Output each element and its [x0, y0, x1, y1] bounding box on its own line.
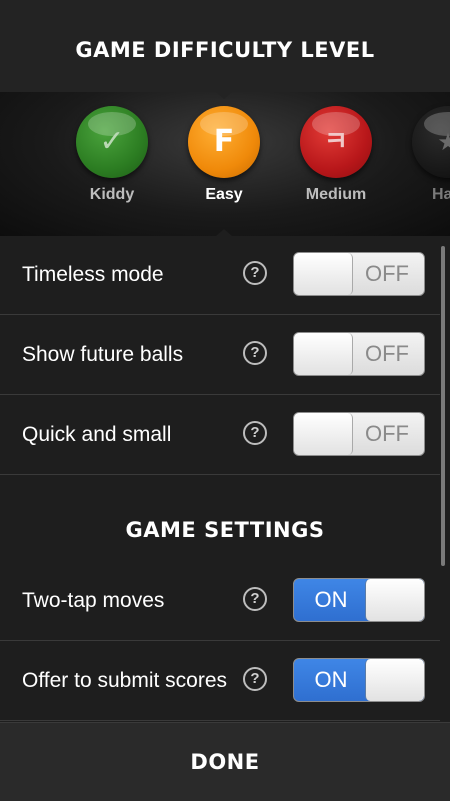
- check-icon: ✓: [76, 106, 148, 178]
- help-icon[interactable]: ?: [243, 667, 267, 691]
- level-hard[interactable]: ★ Ha: [408, 106, 450, 204]
- toggle-state-text: ON: [314, 667, 348, 692]
- toggle-state-text: OFF: [365, 341, 409, 366]
- help-icon[interactable]: ?: [243, 587, 267, 611]
- level-medium[interactable]: ㅋ Medium: [296, 106, 376, 204]
- setting-label: Offer to submit scores: [22, 669, 228, 692]
- setting-row-show-future-balls: Show future balls ? OFF: [0, 316, 440, 395]
- toggle-knob: [294, 333, 353, 375]
- game-settings-heading: GAME SETTINGS: [125, 518, 325, 542]
- scrollbar[interactable]: [441, 246, 445, 566]
- difficulty-selector[interactable]: ✓ Kiddy F Easy ㅋ Medium ★ Ha: [0, 92, 450, 236]
- difficulty-settings-screen: GAME DIFFICULTY LEVEL ✓ Kiddy F Easy ㅋ M…: [0, 0, 450, 801]
- setting-row-offer-to-submit-scores: Offer to submit scores ? ON: [0, 642, 440, 721]
- level-label: Medium: [305, 186, 367, 203]
- offer-to-submit-scores-toggle[interactable]: ON: [293, 658, 425, 702]
- header: GAME DIFFICULTY LEVEL: [0, 0, 450, 92]
- level-kiddy[interactable]: ✓ Kiddy: [72, 106, 152, 204]
- setting-row-two-tap-moves: Two-tap moves ? ON: [0, 562, 440, 641]
- setting-label: Show future balls: [22, 343, 184, 366]
- setting-row-timeless-mode: Timeless mode ? OFF: [0, 236, 440, 315]
- toggle-state-text: OFF: [365, 261, 409, 286]
- toggle-knob: [294, 253, 353, 295]
- star-icon: ★: [412, 106, 450, 178]
- setting-row-quick-and-small: Quick and small ? OFF: [0, 396, 440, 475]
- setting-label: Quick and small: [22, 423, 172, 446]
- level-label: Easy: [205, 186, 243, 203]
- help-icon[interactable]: ?: [243, 261, 267, 285]
- setting-label: Timeless mode: [22, 263, 164, 286]
- toggle-state-text: ON: [314, 587, 348, 612]
- toggle-knob: [294, 413, 353, 455]
- done-button[interactable]: DONE: [0, 722, 450, 801]
- quick-and-small-toggle[interactable]: OFF: [293, 412, 425, 456]
- timeless-mode-toggle[interactable]: OFF: [293, 252, 425, 296]
- toggle-knob: [365, 579, 424, 621]
- help-icon[interactable]: ?: [243, 341, 267, 365]
- level-easy[interactable]: F Easy: [184, 106, 264, 204]
- setting-label: Two-tap moves: [22, 589, 165, 612]
- selector-pointer-bottom: [216, 229, 232, 236]
- page-title: GAME DIFFICULTY LEVEL: [75, 38, 375, 62]
- toggle-state-text: OFF: [365, 421, 409, 446]
- selector-pointer-top: [216, 92, 232, 99]
- done-label: DONE: [190, 750, 260, 774]
- level-label: Kiddy: [89, 186, 135, 203]
- medium-badge-icon: ㅋ: [300, 106, 372, 178]
- show-future-balls-toggle[interactable]: OFF: [293, 332, 425, 376]
- level-label: Ha: [432, 186, 450, 203]
- help-icon[interactable]: ?: [243, 421, 267, 445]
- easy-badge-icon: F: [188, 106, 260, 178]
- two-tap-moves-toggle[interactable]: ON: [293, 578, 425, 622]
- toggle-knob: [365, 659, 424, 701]
